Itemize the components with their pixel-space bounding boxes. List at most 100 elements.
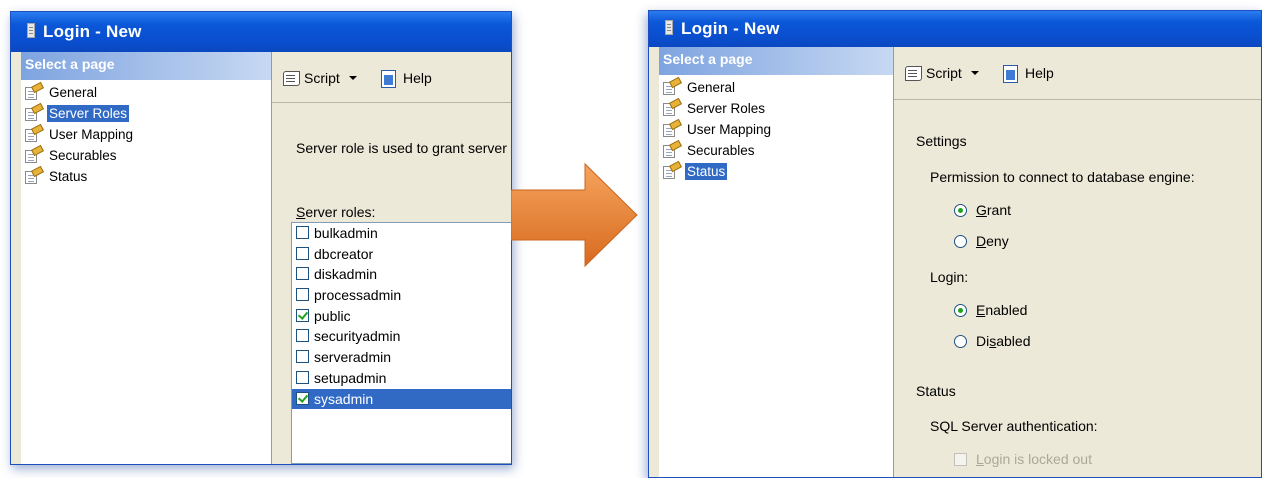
role-label: securityadmin <box>314 328 401 345</box>
chevron-down-icon[interactable] <box>970 71 979 75</box>
help-icon <box>1002 64 1020 83</box>
sidebar-item-label: General <box>687 80 736 95</box>
sidebar-item-label: Securables <box>687 143 755 158</box>
title-bar: Login - New <box>649 11 1261 47</box>
role-row-sysadmin[interactable]: sysadmin <box>292 388 511 410</box>
role-checkbox[interactable] <box>296 267 309 281</box>
sidebar-item-status[interactable]: Status <box>21 165 271 187</box>
page-selector-sidebar: Select a page General Server Roles User … <box>21 52 272 464</box>
server-role-description: Server role is used to grant server <box>296 140 507 156</box>
help-icon <box>380 69 398 88</box>
role-row-diskadmin[interactable]: diskadmin <box>292 264 511 285</box>
role-checkbox[interactable] <box>296 246 309 260</box>
script-button[interactable]: Script <box>904 64 993 82</box>
server-roles-list[interactable]: bulkadmin dbcreator diskadmin processadm… <box>291 222 511 464</box>
role-row-securityadmin[interactable]: securityadmin <box>292 326 511 347</box>
window-title: Login - New <box>43 22 142 41</box>
chevron-down-icon[interactable] <box>348 76 357 80</box>
role-row-processadmin[interactable]: processadmin <box>292 285 511 306</box>
grant-radio-button[interactable] <box>954 203 967 217</box>
page-settings-icon <box>25 102 44 121</box>
role-label: processadmin <box>314 287 402 304</box>
toolbar: Script Help <box>272 52 511 103</box>
deny-radio-button[interactable] <box>954 234 967 248</box>
page-settings-icon <box>663 97 682 116</box>
role-row-dbcreator[interactable]: dbcreator <box>292 244 511 265</box>
settings-heading: Settings <box>916 133 967 149</box>
sidebar-item-user-mapping[interactable]: User Mapping <box>21 123 271 145</box>
status-heading: Status <box>916 383 956 399</box>
sidebar-item-general[interactable]: General <box>659 76 893 98</box>
sidebar-item-label: Server Roles <box>687 101 766 116</box>
page-settings-icon <box>663 139 682 158</box>
role-row-bulkadmin[interactable]: bulkadmin <box>292 223 511 244</box>
login-label: Login: <box>930 269 969 285</box>
login-new-window-status: Login - New Select a page General Server… <box>648 10 1262 478</box>
role-checkbox[interactable] <box>296 391 309 405</box>
page-settings-icon <box>663 76 682 95</box>
role-row-setupadmin[interactable]: setupadmin <box>292 368 511 389</box>
sidebar-item-securables[interactable]: Securables <box>659 139 893 161</box>
sidebar-item-status[interactable]: Status <box>659 160 893 182</box>
sidebar-item-label: User Mapping <box>49 127 134 142</box>
disabled-radio-button[interactable] <box>954 334 967 348</box>
help-label: Help <box>403 70 432 86</box>
login-new-window-server-roles: Login - New Select a page General Server… <box>10 11 512 465</box>
script-label: Script <box>926 65 962 81</box>
locked-out-checkbox-box <box>954 452 967 466</box>
page-settings-icon <box>25 81 44 100</box>
disabled-label: Disabled <box>976 333 1031 349</box>
disabled-radio[interactable]: Disabled <box>954 333 1031 349</box>
role-checkbox[interactable] <box>296 350 309 364</box>
role-label: public <box>314 307 351 324</box>
role-row-public[interactable]: public <box>292 306 511 327</box>
script-icon <box>904 64 922 82</box>
permission-label: Permission to connect to database engine… <box>930 169 1195 185</box>
toolbar: Script Help <box>894 47 1261 100</box>
role-checkbox[interactable] <box>296 226 309 239</box>
sidebar-item-general[interactable]: General <box>21 81 271 103</box>
role-checkbox[interactable] <box>296 370 309 384</box>
help-button[interactable]: Help <box>1002 64 1054 83</box>
window-title: Login - New <box>681 19 780 38</box>
role-row-serveradmin[interactable]: serveradmin <box>292 347 511 368</box>
page-settings-icon <box>25 165 44 184</box>
sidebar-item-securables[interactable]: Securables <box>21 144 271 166</box>
role-label: sysadmin <box>314 390 374 407</box>
enabled-label: Enabled <box>976 302 1028 318</box>
sidebar-item-label: Status <box>685 163 728 180</box>
locked-out-label: Login is locked out <box>976 451 1092 467</box>
role-checkbox[interactable] <box>296 308 309 322</box>
server-roles-label: Server roles: <box>296 204 376 220</box>
enabled-radio-button[interactable] <box>954 303 967 317</box>
role-label: dbcreator <box>314 245 374 262</box>
sidebar-item-server-roles[interactable]: Server Roles <box>21 102 271 124</box>
grant-radio[interactable]: Grant <box>954 202 1011 218</box>
sidebar-item-label: Server Roles <box>47 105 130 122</box>
script-button[interactable]: Script <box>282 69 371 87</box>
help-button[interactable]: Help <box>380 69 432 88</box>
page-selector-sidebar: Select a page General Server Roles User … <box>659 47 894 477</box>
sidebar-item-label: Status <box>49 169 88 184</box>
deny-radio[interactable]: Deny <box>954 233 1009 249</box>
sidebar-item-label: Securables <box>49 148 117 163</box>
select-a-page-header: Select a page <box>21 52 271 80</box>
sidebar-item-user-mapping[interactable]: User Mapping <box>659 118 893 140</box>
window-icon <box>665 20 673 35</box>
page-settings-icon <box>25 123 44 142</box>
role-checkbox[interactable] <box>296 329 309 343</box>
content-pane: Script Help Server role is used to grant… <box>272 52 511 464</box>
login-locked-out-checkbox: Login is locked out <box>954 451 1092 467</box>
sidebar-item-server-roles[interactable]: Server Roles <box>659 97 893 119</box>
script-icon <box>282 69 300 87</box>
role-label: setupadmin <box>314 369 387 386</box>
content-pane: Script Help Settings Permission to conne… <box>894 47 1261 477</box>
enabled-radio[interactable]: Enabled <box>954 302 1027 318</box>
grant-label: Grant <box>976 202 1012 218</box>
role-label: bulkadmin <box>314 225 378 241</box>
page-settings-icon <box>25 144 44 163</box>
sql-auth-label: SQL Server authentication: <box>930 418 1098 434</box>
window-icon <box>27 23 35 38</box>
role-checkbox[interactable] <box>296 288 309 302</box>
deny-label: Deny <box>976 233 1009 249</box>
